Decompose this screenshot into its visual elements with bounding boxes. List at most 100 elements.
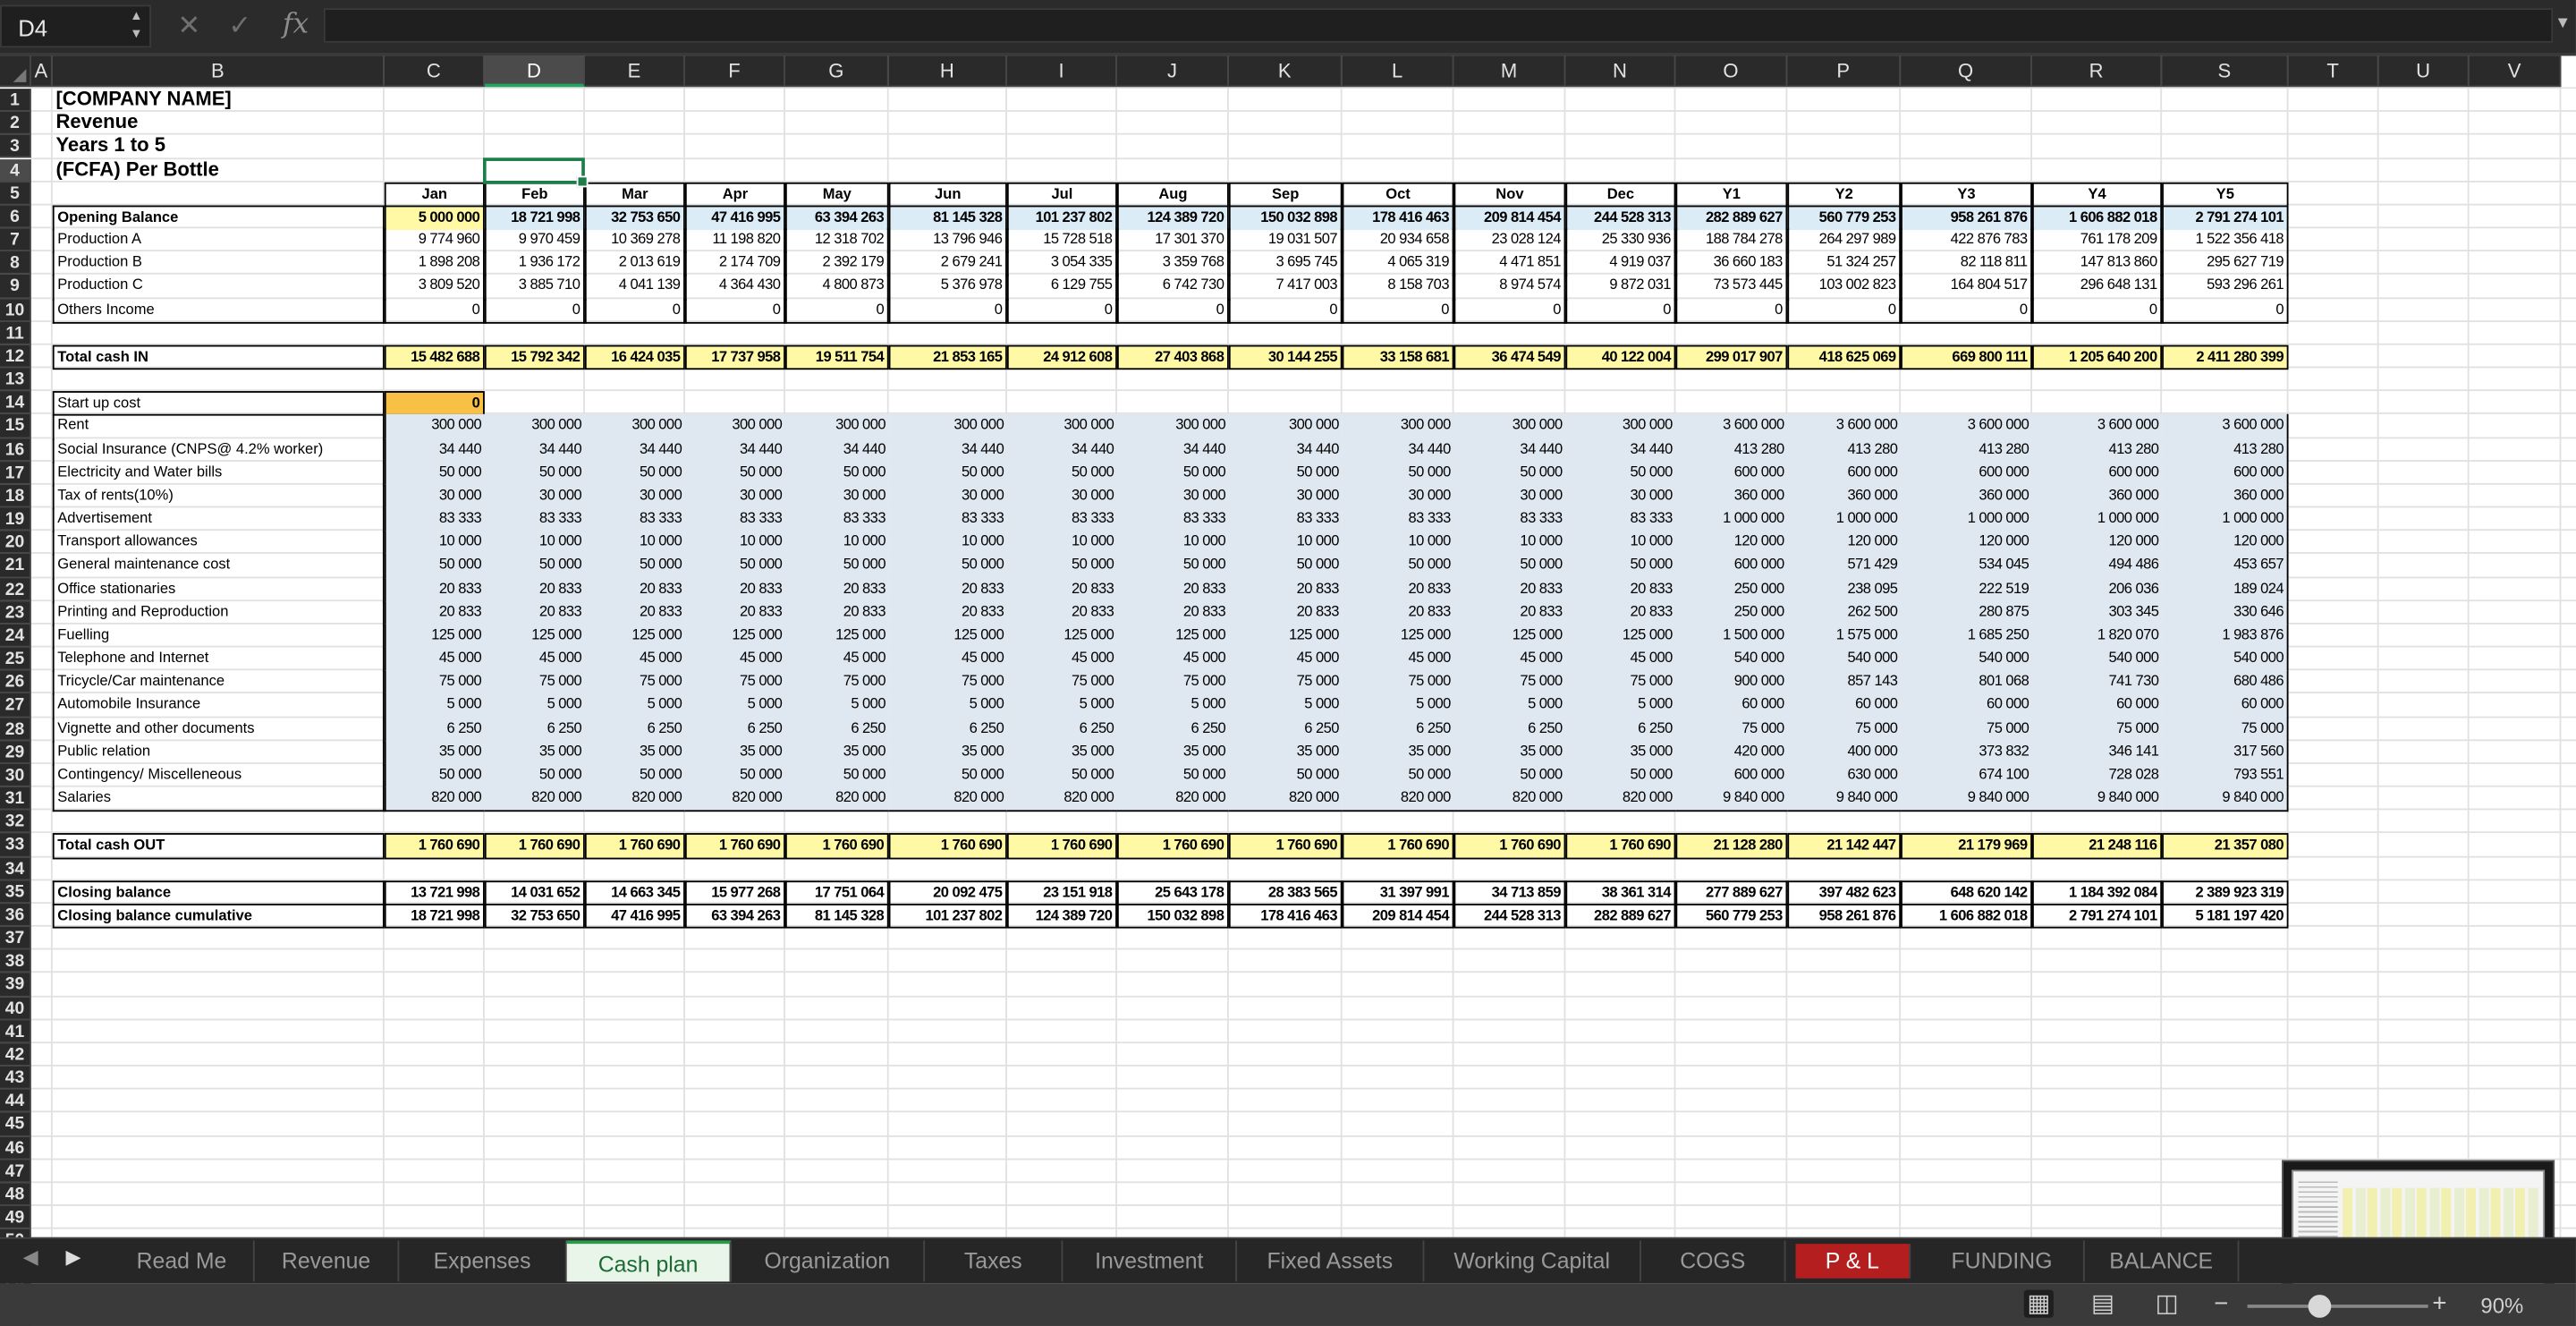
value-cell[interactable]: 50 000 bbox=[484, 554, 585, 580]
row-header-24[interactable]: 24 bbox=[0, 624, 31, 648]
value-cell[interactable]: 50 000 bbox=[1453, 763, 1566, 789]
value-cell[interactable]: 1 522 356 418 bbox=[2162, 228, 2289, 254]
value-cell[interactable]: 75 000 bbox=[1675, 717, 1788, 743]
value-cell[interactable]: 188 784 278 bbox=[1675, 228, 1788, 254]
value-cell[interactable]: 4 065 319 bbox=[1342, 251, 1454, 277]
value-cell[interactable]: 47 416 995 bbox=[584, 903, 685, 929]
value-cell[interactable]: 2 411 280 399 bbox=[2162, 344, 2289, 370]
value-cell[interactable]: 296 648 131 bbox=[2031, 275, 2163, 301]
value-cell[interactable]: 10 000 bbox=[684, 531, 785, 557]
row-header-36[interactable]: 36 bbox=[0, 903, 31, 927]
zoom-out-icon[interactable]: − bbox=[2207, 1290, 2236, 1318]
value-cell[interactable]: 31 397 991 bbox=[1342, 880, 1454, 905]
value-cell[interactable]: 34 440 bbox=[384, 438, 485, 463]
value-cell[interactable]: 330 646 bbox=[2162, 600, 2289, 626]
value-cell[interactable]: 3 600 000 bbox=[1675, 414, 1788, 440]
value-cell[interactable]: 120 000 bbox=[1675, 531, 1788, 557]
value-cell[interactable]: 303 345 bbox=[2031, 600, 2163, 626]
value-cell[interactable]: 5 000 bbox=[684, 693, 785, 719]
value-cell[interactable]: 360 000 bbox=[1901, 484, 2032, 510]
value-cell[interactable]: 63 394 263 bbox=[784, 205, 889, 231]
period-header-cell[interactable]: Sep bbox=[1228, 182, 1343, 208]
value-cell[interactable]: 0 bbox=[384, 391, 485, 417]
value-cell[interactable]: 6 742 730 bbox=[1116, 275, 1229, 301]
column-header-t[interactable]: T bbox=[2288, 55, 2379, 88]
value-cell[interactable]: 35 000 bbox=[1228, 740, 1343, 766]
period-header-cell[interactable]: Nov bbox=[1453, 182, 1566, 208]
value-cell[interactable]: 12 318 702 bbox=[784, 228, 889, 254]
value-cell[interactable]: 120 000 bbox=[1901, 531, 2032, 557]
value-cell[interactable]: 19 031 507 bbox=[1228, 228, 1343, 254]
value-cell[interactable]: 50 000 bbox=[1453, 461, 1566, 487]
value-cell[interactable]: 20 833 bbox=[484, 600, 585, 626]
row-header-46[interactable]: 46 bbox=[0, 1136, 31, 1160]
title-cell[interactable]: [COMPANY NAME] bbox=[53, 89, 385, 114]
value-cell[interactable]: 0 bbox=[584, 298, 685, 324]
value-cell[interactable]: 10 000 bbox=[784, 531, 889, 557]
value-cell[interactable]: 75 000 bbox=[1453, 670, 1566, 696]
value-cell[interactable]: 47 416 995 bbox=[684, 205, 785, 231]
value-cell[interactable]: 5 000 bbox=[584, 693, 685, 719]
value-cell[interactable]: 6 250 bbox=[1006, 717, 1117, 743]
value-cell[interactable]: 0 bbox=[484, 298, 585, 324]
value-cell[interactable]: 83 333 bbox=[1116, 507, 1229, 533]
value-cell[interactable]: 420 000 bbox=[1675, 740, 1788, 766]
value-cell[interactable]: 9 872 031 bbox=[1565, 275, 1676, 301]
value-cell[interactable]: 0 bbox=[684, 298, 785, 324]
value-cell[interactable]: 3 600 000 bbox=[1787, 414, 1902, 440]
value-cell[interactable]: 1 000 000 bbox=[1901, 507, 2032, 533]
value-cell[interactable]: 21 128 280 bbox=[1675, 833, 1788, 859]
sheet-tab-working-capital[interactable]: Working Capital bbox=[1424, 1240, 1641, 1282]
value-cell[interactable]: 125 000 bbox=[1565, 624, 1676, 650]
value-cell[interactable]: 50 000 bbox=[684, 554, 785, 580]
value-cell[interactable]: 250 000 bbox=[1675, 577, 1788, 603]
value-cell[interactable]: 857 143 bbox=[1787, 670, 1902, 696]
row-label-cell[interactable]: Fuelling bbox=[52, 624, 385, 650]
value-cell[interactable]: 35 000 bbox=[1006, 740, 1117, 766]
value-cell[interactable]: 728 028 bbox=[2031, 763, 2163, 789]
value-cell[interactable]: 21 248 116 bbox=[2031, 833, 2163, 859]
value-cell[interactable]: 0 bbox=[1453, 298, 1566, 324]
value-cell[interactable]: 27 403 868 bbox=[1116, 344, 1229, 370]
value-cell[interactable]: 45 000 bbox=[1116, 647, 1229, 673]
value-cell[interactable]: 50 000 bbox=[1565, 763, 1676, 789]
value-cell[interactable]: 20 833 bbox=[584, 600, 685, 626]
value-cell[interactable]: 5 000 bbox=[384, 693, 485, 719]
value-cell[interactable]: 25 643 178 bbox=[1116, 880, 1229, 905]
tab-scroll-right-icon[interactable]: ▶ bbox=[65, 1245, 80, 1269]
value-cell[interactable]: 1 760 690 bbox=[888, 833, 1007, 859]
value-cell[interactable]: 14 663 345 bbox=[584, 880, 685, 905]
row-header-12[interactable]: 12 bbox=[0, 344, 31, 369]
value-cell[interactable]: 0 bbox=[1901, 298, 2032, 324]
value-cell[interactable]: 1 760 690 bbox=[1342, 833, 1454, 859]
value-cell[interactable]: 34 440 bbox=[484, 438, 585, 463]
sheet-tab-revenue[interactable]: Revenue bbox=[255, 1240, 400, 1282]
row-header-27[interactable]: 27 bbox=[0, 693, 31, 718]
value-cell[interactable]: 222 519 bbox=[1901, 577, 2032, 603]
value-cell[interactable]: 30 000 bbox=[484, 484, 585, 510]
row-header-44[interactable]: 44 bbox=[0, 1090, 31, 1114]
value-cell[interactable]: 50 000 bbox=[1228, 763, 1343, 789]
value-cell[interactable]: 10 000 bbox=[1453, 531, 1566, 557]
value-cell[interactable]: 3 809 520 bbox=[384, 275, 485, 301]
select-all-corner[interactable] bbox=[0, 55, 31, 88]
value-cell[interactable]: 277 889 627 bbox=[1675, 880, 1788, 905]
value-cell[interactable]: 30 000 bbox=[1116, 484, 1229, 510]
value-cell[interactable]: 103 002 823 bbox=[1787, 275, 1902, 301]
value-cell[interactable]: 50 000 bbox=[1565, 554, 1676, 580]
value-cell[interactable]: 50 000 bbox=[784, 763, 889, 789]
value-cell[interactable]: 35 000 bbox=[384, 740, 485, 766]
value-cell[interactable]: 264 297 989 bbox=[1787, 228, 1902, 254]
value-cell[interactable]: 150 032 898 bbox=[1228, 205, 1343, 231]
value-cell[interactable]: 958 261 876 bbox=[1901, 205, 2032, 231]
value-cell[interactable]: 600 000 bbox=[1675, 461, 1788, 487]
value-cell[interactable]: 11 198 820 bbox=[684, 228, 785, 254]
value-cell[interactable]: 0 bbox=[1228, 298, 1343, 324]
value-cell[interactable]: 83 333 bbox=[484, 507, 585, 533]
value-cell[interactable]: 35 000 bbox=[684, 740, 785, 766]
row-header-43[interactable]: 43 bbox=[0, 1067, 31, 1091]
value-cell[interactable]: 50 000 bbox=[1453, 554, 1566, 580]
row-header-5[interactable]: 5 bbox=[0, 182, 31, 206]
sheet-tab-expenses[interactable]: Expenses bbox=[399, 1240, 567, 1282]
value-cell[interactable]: 8 158 703 bbox=[1342, 275, 1454, 301]
